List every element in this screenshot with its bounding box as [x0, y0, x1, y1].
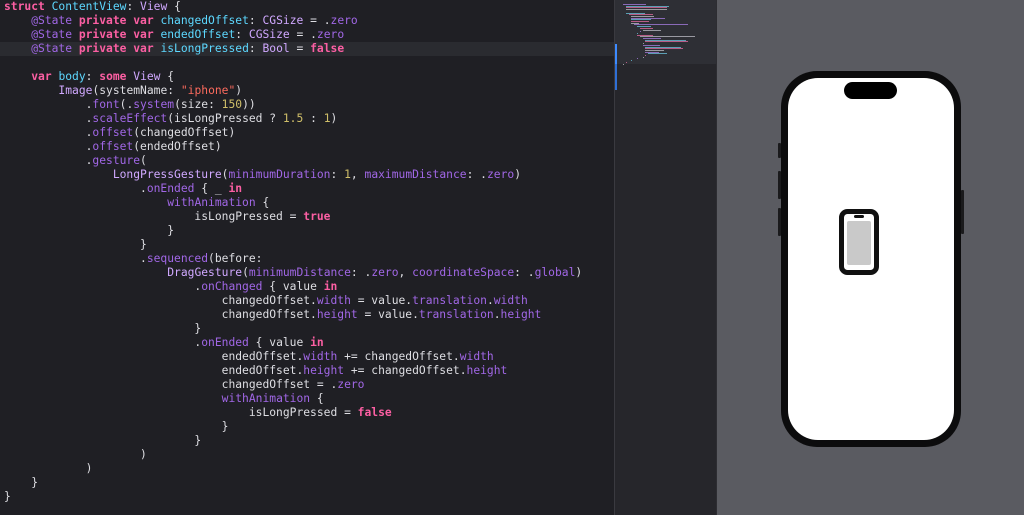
code-line[interactable]: .sequenced(before: [4, 252, 262, 266]
xcode-window: struct ContentView: View { @State privat… [0, 0, 1024, 515]
code-line[interactable]: var body: some View { [4, 70, 174, 84]
minimap-line [639, 31, 641, 33]
code-line[interactable]: withAnimation { [4, 392, 324, 406]
code-line[interactable]: .onChanged { value in [4, 280, 337, 294]
code-text: ContentView [51, 0, 127, 13]
minimap-line [625, 61, 627, 63]
code-line[interactable]: struct ContentView: View { [4, 0, 181, 14]
dynamic-island [844, 82, 897, 99]
code-line[interactable]: .onEnded { _ in [4, 182, 242, 196]
code-line[interactable]: changedOffset = .zero [4, 378, 365, 392]
code-line[interactable]: } [4, 434, 201, 448]
code-line[interactable]: isLongPressed = true [4, 210, 330, 224]
minimap-line [631, 60, 633, 62]
code-line[interactable]: Image(systemName: "iphone") [4, 84, 242, 98]
minimap-change-bar [615, 64, 617, 90]
code-line[interactable]: isLongPressed = false [4, 406, 392, 420]
code-line[interactable]: .onEnded { value in [4, 336, 323, 350]
code-line[interactable]: @State private var endedOffset: CGSize =… [4, 28, 344, 42]
code-line[interactable]: endedOffset.width += changedOffset.width [4, 350, 494, 364]
code-line[interactable]: @State private var isLongPressed: Bool =… [4, 42, 344, 56]
code-line[interactable]: ) [4, 462, 93, 476]
minimap[interactable] [614, 0, 716, 515]
code-line[interactable]: } [4, 322, 201, 336]
minimap-line [625, 9, 668, 11]
code-line[interactable]: .font(.system(size: 150)) [4, 98, 256, 112]
minimap-change-bar [615, 44, 617, 64]
code-editor[interactable]: struct ContentView: View { @State privat… [0, 0, 614, 515]
code-line[interactable]: .gesture( [4, 154, 147, 168]
code-line[interactable]: } [4, 238, 147, 252]
minimap-line [645, 55, 647, 56]
code-line[interactable]: ) [4, 448, 147, 462]
code-line[interactable]: changedOffset.height = value.translation… [4, 308, 542, 322]
code-line[interactable]: withAnimation { [4, 196, 269, 210]
minimap-line [642, 29, 661, 31]
iphone-icon[interactable] [839, 209, 879, 275]
code-line[interactable]: .offset(endedOffset) [4, 140, 222, 154]
minimap-line [648, 53, 668, 55]
code-line[interactable]: .offset(changedOffset) [4, 126, 236, 140]
code-line[interactable]: } [4, 476, 38, 490]
code-line[interactable]: @State private var changedOffset: CGSize… [4, 14, 358, 28]
code-line[interactable]: } [4, 420, 229, 434]
code-line[interactable]: DragGesture(minimumDistance: .zero, coor… [4, 266, 582, 280]
code-line[interactable]: changedOffset.width = value.translation.… [4, 294, 528, 308]
minimap-line [642, 56, 644, 58]
minimap-line [637, 58, 638, 60]
code-line[interactable]: LongPressGesture(minimumDuration: 1, max… [4, 168, 521, 182]
minimap-line [623, 63, 624, 65]
phone-power-button [961, 190, 964, 234]
code-line[interactable]: } [4, 224, 174, 238]
code-line[interactable]: endedOffset.height += changedOffset.heig… [4, 364, 508, 378]
minimap-line [645, 41, 688, 43]
code-line[interactable]: .scaleEffect(isLongPressed ? 1.5 : 1) [4, 112, 338, 126]
code-line[interactable]: } [4, 490, 11, 504]
